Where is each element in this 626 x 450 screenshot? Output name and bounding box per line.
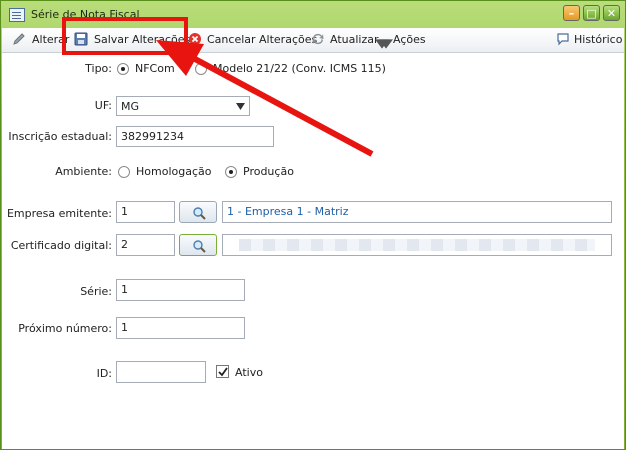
annotation-arrow	[156, 40, 374, 157]
